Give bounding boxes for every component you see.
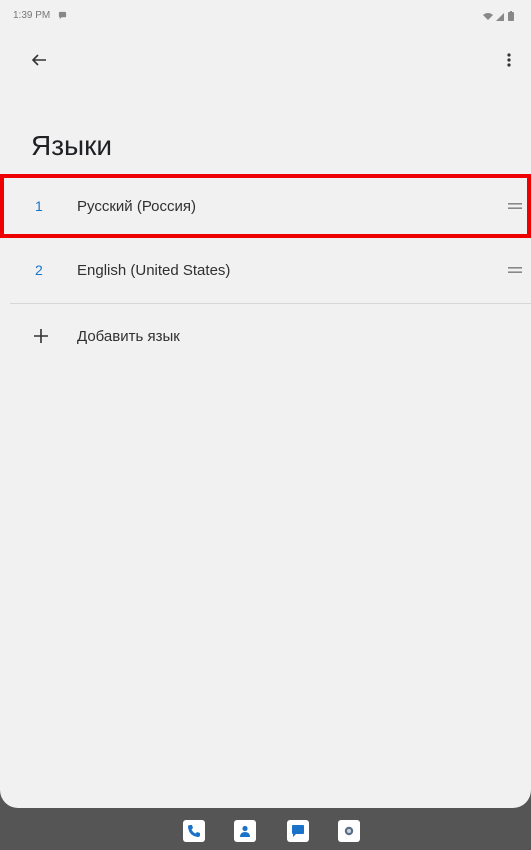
add-language-button[interactable]: Добавить язык xyxy=(0,310,531,362)
status-time: 1:39 PM xyxy=(13,10,51,21)
language-name: Русский (Россия) xyxy=(77,197,197,215)
more-options-button[interactable] xyxy=(497,48,521,72)
plus-icon xyxy=(34,329,48,343)
contacts-icon[interactable] xyxy=(234,820,256,842)
status-bar: 1:39 PM xyxy=(0,0,531,24)
camera-icon[interactable] xyxy=(338,820,360,842)
page-title: Языки xyxy=(31,130,113,161)
language-name: English (United States) xyxy=(77,261,231,279)
drag-handle-icon[interactable] xyxy=(507,262,523,278)
language-list: 1 Русский (Россия) 2 English (United Sta… xyxy=(0,174,531,302)
language-index: 1 xyxy=(35,198,43,214)
messages-icon[interactable] xyxy=(287,820,309,842)
language-item-en[interactable]: 2 English (United States) xyxy=(0,238,531,302)
settings-screen: 1:39 PM Языки 1 Русский (Россия) 2 Engli… xyxy=(0,0,531,808)
status-icons xyxy=(483,11,514,21)
app-dock xyxy=(0,808,531,850)
list-divider xyxy=(10,303,531,304)
back-button[interactable] xyxy=(26,48,52,72)
more-vert-icon xyxy=(507,53,511,67)
app-bar xyxy=(0,40,531,80)
language-index: 2 xyxy=(35,262,43,278)
wifi-icon xyxy=(483,13,493,20)
add-language-label: Добавить язык xyxy=(77,327,180,345)
chat-bubble-icon xyxy=(58,11,67,20)
arrow-back-icon xyxy=(31,54,46,66)
phone-icon[interactable] xyxy=(183,820,205,842)
signal-icon xyxy=(496,13,504,21)
language-item-ru[interactable]: 1 Русский (Россия) xyxy=(0,174,531,238)
drag-handle-icon[interactable] xyxy=(507,198,523,214)
battery-icon xyxy=(508,11,514,21)
